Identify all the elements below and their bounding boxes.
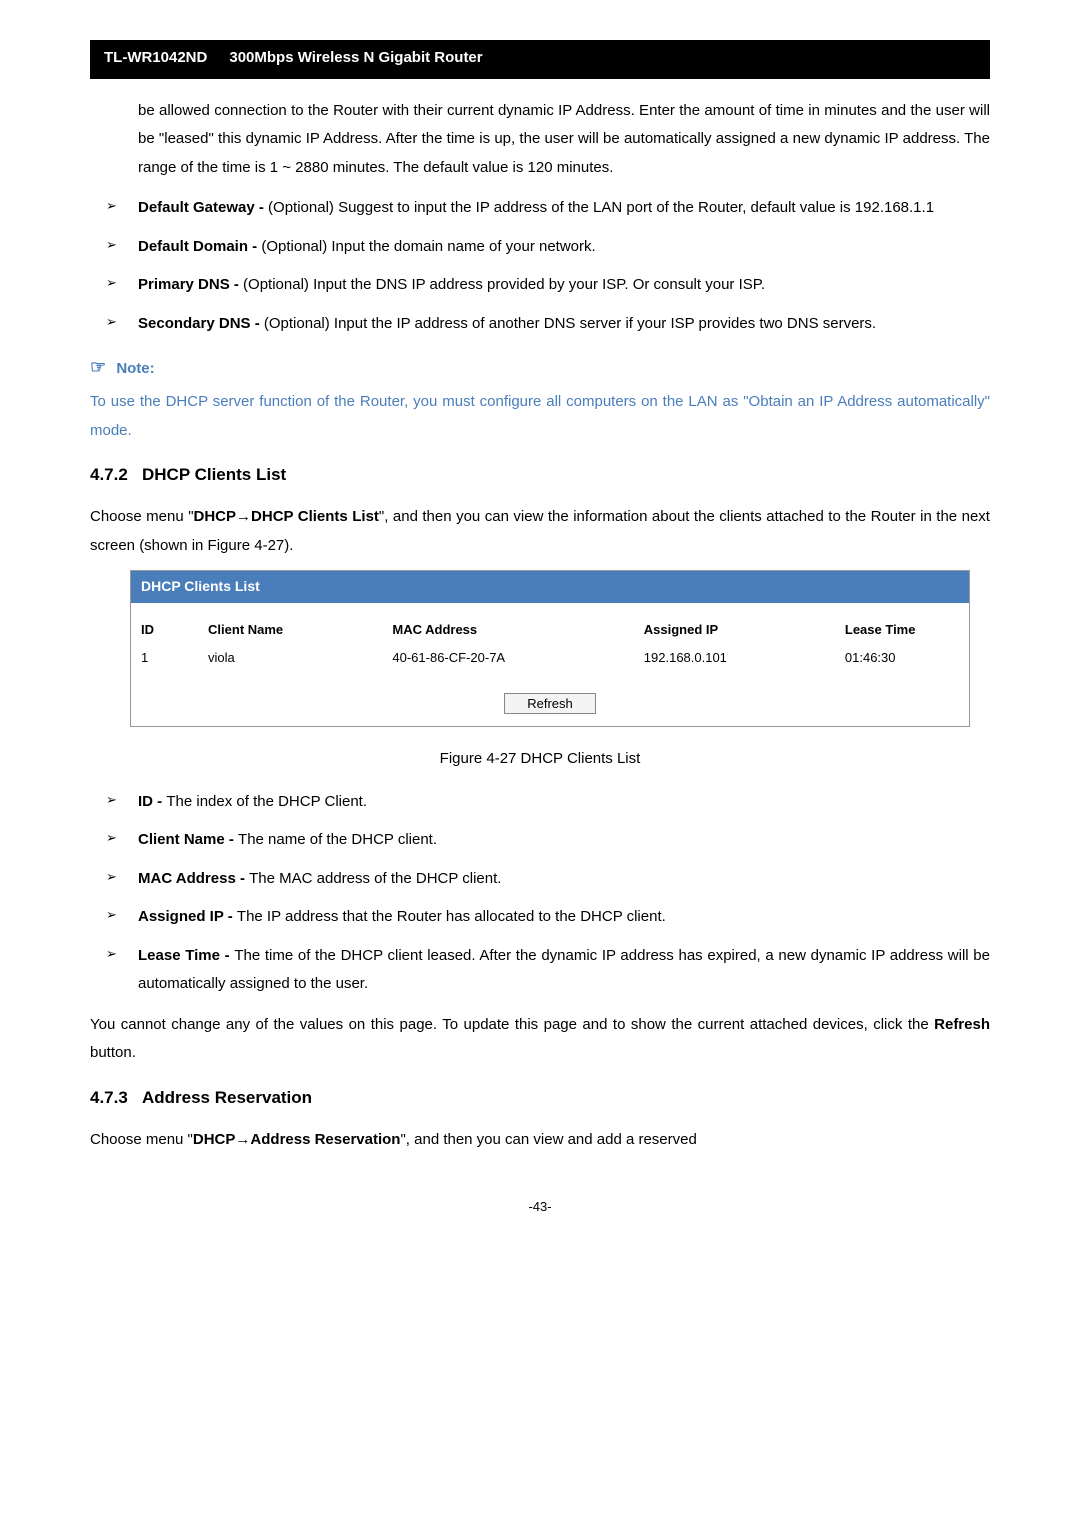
list-item: Primary DNS - (Optional) Input the DNS I…: [90, 271, 990, 300]
field-text: The IP address that the Router has alloc…: [237, 908, 666, 925]
menu-path-1: DHCP: [193, 1131, 236, 1148]
refresh-paragraph: You cannot change any of the values on t…: [90, 1011, 990, 1068]
table-header-row: ID Client Name MAC Address Assigned IP L…: [131, 615, 969, 645]
field-text: The index of the DHCP Client.: [166, 793, 367, 810]
option-text: (Optional) Input the DNS IP address prov…: [243, 276, 765, 293]
cell-id: 1: [131, 645, 198, 671]
dhcp-clients-table: ID Client Name MAC Address Assigned IP L…: [131, 615, 969, 671]
option-text: (Optional) Input the IP address of anoth…: [264, 315, 876, 332]
list-item: Client Name - The name of the DHCP clien…: [90, 826, 990, 855]
section-472-paragraph: Choose menu "DHCP→DHCP Clients List", an…: [90, 503, 990, 560]
list-item: Assigned IP - The IP address that the Ro…: [90, 903, 990, 932]
col-id: ID: [131, 615, 198, 645]
clients-fields-list: ID - The index of the DHCP Client. Clien…: [90, 788, 990, 999]
cell-mac: 40-61-86-CF-20-7A: [382, 645, 633, 671]
text: button.: [90, 1044, 136, 1061]
figure-caption: Figure 4-27 DHCP Clients List: [90, 745, 990, 774]
section-number: 4.7.3: [90, 1088, 128, 1107]
options-list: Default Gateway - (Optional) Suggest to …: [90, 194, 990, 338]
section-number: 4.7.2: [90, 465, 128, 484]
text: Choose menu ": [90, 508, 194, 525]
option-text: (Optional) Input the domain name of your…: [261, 238, 595, 255]
refresh-row: Refresh: [131, 671, 969, 726]
cell-assigned-ip: 192.168.0.101: [634, 645, 835, 671]
note-label: Note:: [116, 360, 154, 377]
col-lease-time: Lease Time: [835, 615, 969, 645]
page-number: -43-: [90, 1195, 990, 1220]
menu-path-2: Address Reservation: [250, 1131, 400, 1148]
menu-path-2: DHCP Clients List: [251, 508, 379, 525]
field-label: Client Name -: [138, 831, 238, 848]
text: Choose menu ": [90, 1131, 193, 1148]
refresh-button[interactable]: Refresh: [504, 693, 596, 714]
field-label: Assigned IP -: [138, 908, 237, 925]
section-heading-472: 4.7.2 DHCP Clients List: [90, 459, 990, 491]
section-title: DHCP Clients List: [142, 465, 286, 484]
option-label: Secondary DNS -: [138, 315, 264, 332]
option-label: Default Gateway -: [138, 199, 268, 216]
header-model: TL-WR1042ND: [90, 40, 221, 79]
section-473-paragraph: Choose menu "DHCP→Address Reservation", …: [90, 1126, 990, 1155]
text: ", and then you can view and add a reser…: [400, 1131, 696, 1148]
panel-title: DHCP Clients List: [131, 571, 969, 603]
section-heading-473: 4.7.3 Address Reservation: [90, 1082, 990, 1114]
dhcp-clients-panel: DHCP Clients List ID Client Name MAC Add…: [130, 570, 970, 727]
list-item: Lease Time - The time of the DHCP client…: [90, 942, 990, 999]
hand-point-icon: ☞: [90, 357, 106, 377]
field-text: The time of the DHCP client leased. Afte…: [138, 947, 990, 993]
col-assigned-ip: Assigned IP: [634, 615, 835, 645]
list-item: Secondary DNS - (Optional) Input the IP …: [90, 310, 990, 339]
table-row: 1 viola 40-61-86-CF-20-7A 192.168.0.101 …: [131, 645, 969, 671]
list-item: Default Gateway - (Optional) Suggest to …: [90, 194, 990, 223]
list-item: MAC Address - The MAC address of the DHC…: [90, 865, 990, 894]
option-label: Primary DNS -: [138, 276, 243, 293]
field-label: MAC Address -: [138, 870, 249, 887]
note-text: To use the DHCP server function of the R…: [90, 388, 990, 445]
field-label: ID -: [138, 793, 166, 810]
header-desc: 300Mbps Wireless N Gigabit Router: [221, 40, 990, 79]
menu-path-1: DHCP: [194, 508, 237, 525]
doc-header: TL-WR1042ND 300Mbps Wireless N Gigabit R…: [90, 40, 990, 79]
text: You cannot change any of the values on t…: [90, 1016, 934, 1033]
cell-client-name: viola: [198, 645, 382, 671]
field-text: The name of the DHCP client.: [238, 831, 437, 848]
note-header: ☞ Note:: [90, 350, 990, 384]
arrow-icon: →: [235, 1131, 250, 1148]
arrow-icon: →: [236, 508, 251, 525]
option-label: Default Domain -: [138, 238, 261, 255]
field-text: The MAC address of the DHCP client.: [249, 870, 501, 887]
col-client-name: Client Name: [198, 615, 382, 645]
field-label: Lease Time -: [138, 947, 234, 964]
col-mac: MAC Address: [382, 615, 633, 645]
section-title: Address Reservation: [142, 1088, 312, 1107]
list-item: ID - The index of the DHCP Client.: [90, 788, 990, 817]
option-text: (Optional) Suggest to input the IP addre…: [268, 199, 934, 216]
list-item: Default Domain - (Optional) Input the do…: [90, 233, 990, 262]
intro-paragraph: be allowed connection to the Router with…: [138, 97, 990, 183]
cell-lease-time: 01:46:30: [835, 645, 969, 671]
refresh-bold: Refresh: [934, 1016, 990, 1033]
